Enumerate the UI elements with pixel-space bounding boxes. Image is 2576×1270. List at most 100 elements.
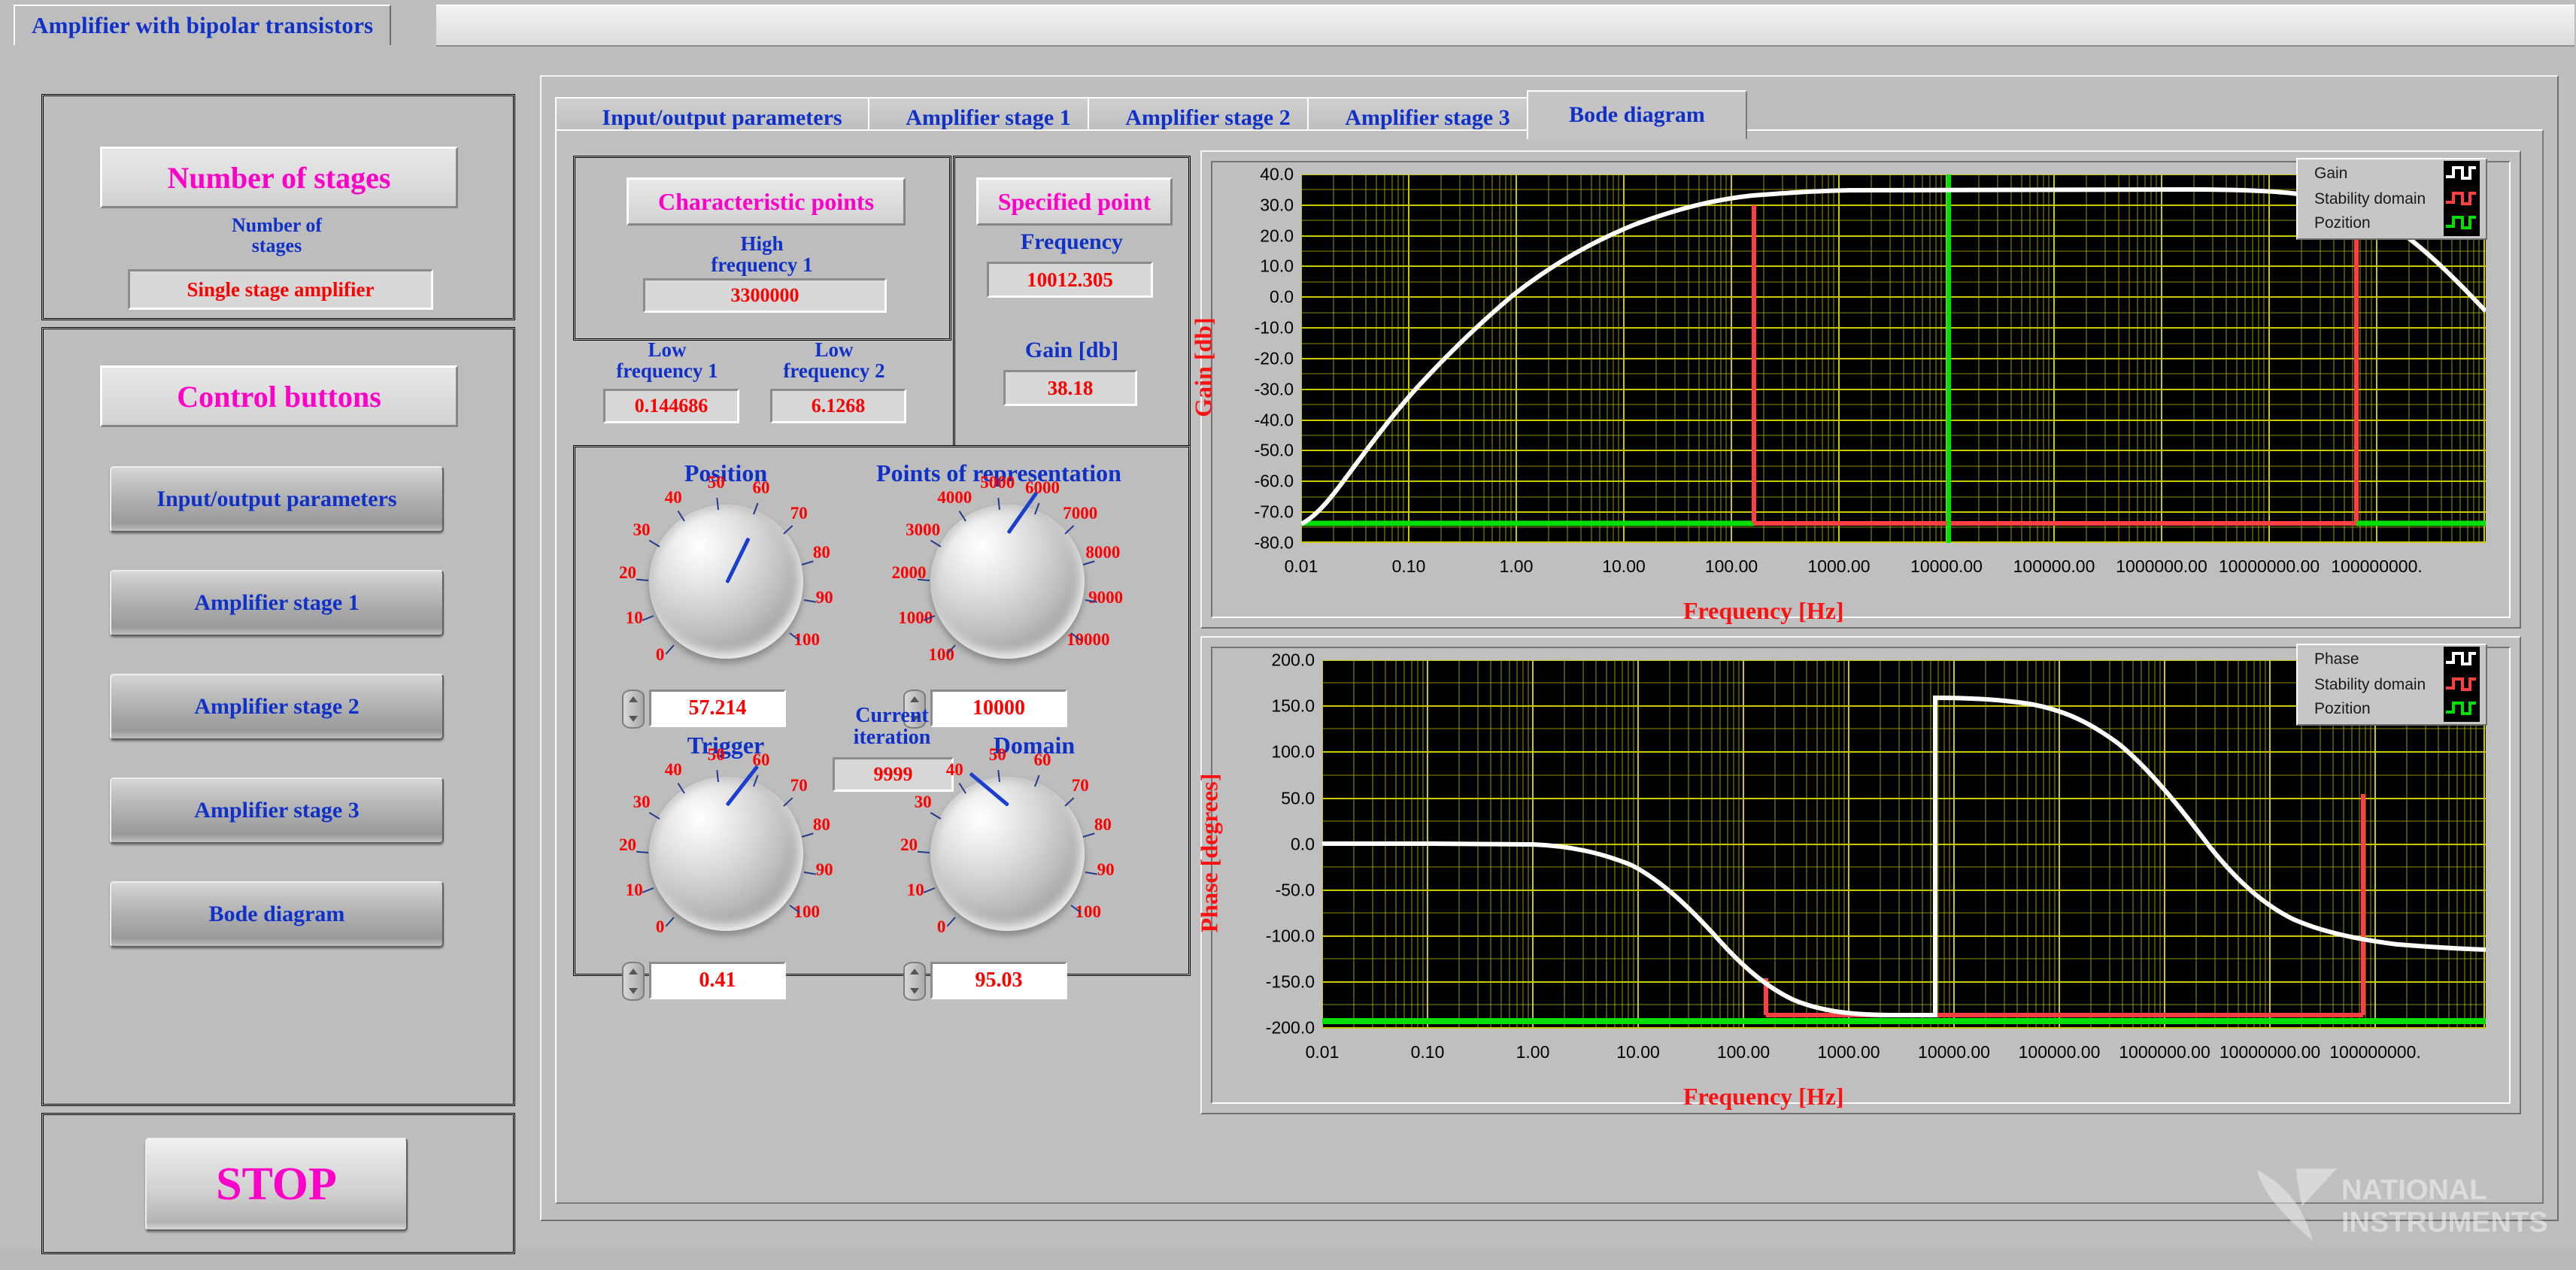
legend-label-phase: Phase (2314, 650, 2359, 668)
control-buttons-group: Control buttons Input/output parameters … (41, 327, 515, 1106)
points-of-representation-knob-tick-label: 4000 (937, 487, 972, 507)
phase-series-phase (1322, 695, 2486, 1017)
legend-row-gain[interactable]: Gain (2298, 161, 2486, 186)
domain-knob-tick-mark (1082, 832, 1095, 838)
window-tab-title[interactable]: Amplifier with bipolar transistors (14, 5, 392, 45)
domain-knob-tick-label: 20 (900, 835, 918, 854)
legend-label-gain: Gain (2314, 165, 2348, 182)
specified-gain-value[interactable]: 38.18 (1003, 370, 1137, 406)
sidebar-button-amplifier-stage-2[interactable]: Amplifier stage 2 (110, 674, 444, 740)
trigger-knob-tick-label: 10 (625, 880, 643, 899)
legend-row-phase-stability-domain[interactable]: Stability domain (2298, 672, 2486, 698)
domain-knob-tick-label: 40 (945, 759, 963, 779)
legend-icon-phase-stability-domain (2444, 672, 2480, 698)
domain-knob-tick-mark (924, 887, 936, 894)
stop-button[interactable]: STOP (145, 1138, 408, 1231)
sidebar-button-amplifier-stage-3[interactable]: Amplifier stage 3 (110, 777, 444, 844)
number-of-stages-value[interactable]: Single stage amplifier (128, 269, 433, 310)
position-spinner[interactable] (622, 690, 645, 729)
trigger-knob-tick-mark (783, 797, 793, 807)
domain-knob-tick-mark (946, 917, 957, 927)
low-frequency-1-value[interactable]: 0.144686 (603, 389, 739, 423)
trigger-knob-tick-label: 80 (812, 814, 830, 834)
trigger-knob-dial[interactable] (649, 777, 803, 931)
legend-row-stability-domain[interactable]: Stability domain (2298, 186, 2486, 212)
legend-label-stability-domain: Stability domain (2314, 190, 2426, 208)
points-of-representation-knob-tick-label: 10000 (1067, 629, 1110, 649)
domain-knob-tick-mark (1064, 797, 1075, 807)
points-of-representation-knob-tick-label: 8000 (1085, 542, 1121, 562)
points-of-representation-knob[interactable]: 100 1000 2000 3000 4000 5000 6000 7000 8000 9000 1… (891, 473, 1123, 679)
points-of-representation-knob-tick-label: 3000 (906, 520, 941, 539)
title-bar-strip (436, 5, 2574, 47)
trigger-knob-tick-label: 70 (790, 775, 808, 795)
ni-logo-line1: NATIONAL (2341, 1175, 2487, 1206)
position-knob-tick-label: 30 (633, 520, 651, 539)
legend-label-phase-pozition: Pozition (2314, 700, 2371, 717)
points-of-representation-knob-tick-label: 9000 (1088, 588, 1124, 607)
domain-knob-dial[interactable] (930, 777, 1085, 931)
legend-icon-phase (2444, 647, 2480, 672)
specified-frequency-value[interactable]: 10012.305 (987, 262, 1153, 298)
high-frequency-1-value[interactable]: 3300000 (643, 278, 887, 313)
domain-value[interactable]: 95.03 (930, 962, 1067, 999)
trigger-value[interactable]: 0.41 (649, 962, 786, 999)
position-value[interactable]: 57.214 (649, 690, 786, 727)
position-knob-tick-label: 20 (618, 562, 636, 582)
sidebar-button-bode-diagram[interactable]: Bode diagram (110, 881, 444, 947)
legend-icon-stability-domain (2444, 186, 2480, 212)
legend-row-phase[interactable]: Phase (2298, 647, 2486, 672)
legend-icon-pozition (2444, 211, 2480, 236)
sidebar-button-input-output-parameters[interactable]: Input/output parameters (110, 466, 444, 532)
domain-knob[interactable]: 0 10 20 30 40 50 60 70 80 90 100 (899, 745, 1117, 951)
title-bar: Amplifier with bipolar transistors (0, 0, 2576, 47)
tab-bar: Input/output parameters Amplifier stage … (555, 90, 2541, 140)
position-knob-tick-mark (665, 644, 675, 655)
characteristic-points-panel: Characteristic points High frequency 1 3… (573, 156, 951, 341)
position-knob-tick-label: 10 (625, 608, 643, 627)
points-knob-dial[interactable] (930, 505, 1085, 659)
trigger-spinner[interactable] (622, 962, 645, 1001)
points-of-representation-knob-tick-label: 7000 (1063, 503, 1098, 523)
trigger-knob-tick-mark (642, 887, 654, 894)
specified-gain-label: Gain [db] (1024, 338, 1119, 362)
position-knob-tick-mark (716, 497, 720, 510)
trigger-knob[interactable]: 0 10 20 30 40 50 60 70 80 90 100 (617, 745, 836, 951)
trigger-knob-tick-mark (716, 769, 720, 782)
low-frequency-2-label: Low frequency 2 (783, 338, 885, 383)
domain-knob-tick-label: 30 (914, 792, 932, 811)
legend-label-pozition: Pozition (2314, 214, 2371, 232)
sidebar-button-amplifier-stage-1[interactable]: Amplifier stage 1 (110, 570, 444, 636)
domain-knob-tick-mark (997, 769, 1001, 782)
domain-spinner[interactable] (903, 962, 926, 1001)
tab-bode-diagram[interactable]: Bode diagram (1527, 90, 1747, 140)
position-knob-tick-label: 90 (815, 588, 833, 607)
legend-icon-phase-pozition (2444, 696, 2480, 722)
position-knob-tick-mark (636, 578, 649, 582)
trigger-knob-tick-label: 50 (707, 744, 725, 764)
gain-legend[interactable]: Gain Stability domain Pozition (2296, 158, 2487, 240)
phase-legend[interactable]: Phase Stability domain Pozition (2296, 644, 2487, 726)
position-knob[interactable]: 0 10 20 30 40 50 60 70 80 90 100 (617, 473, 836, 679)
points-of-representation-knob-tick-label: 6000 (1025, 478, 1060, 498)
trigger-knob-tick-label: 40 (664, 759, 682, 779)
position-knob-tick-label: 80 (812, 542, 830, 562)
position-label: Position (684, 459, 768, 486)
ni-logo-line2: INSTRUMENTS (2341, 1207, 2547, 1238)
stop-group: STOP (41, 1113, 515, 1254)
trigger-knob-tick-label: 30 (633, 792, 651, 811)
legend-row-pozition[interactable]: Pozition (2298, 211, 2486, 236)
window-frame: Amplifier with bipolar transistors Numbe… (0, 0, 2576, 1254)
trigger-knob-tick-label: 60 (752, 750, 770, 770)
tab-panel-bode-diagram: Characteristic points High frequency 1 3… (555, 129, 2544, 1204)
phase-graph-container: Phase [degrees] Frequency [Hz] 200.0 150… (1195, 636, 2521, 1114)
points-of-representation-knob-tick-mark (1064, 525, 1075, 535)
trigger-knob-tick-mark (636, 850, 649, 854)
domain-knob-tick-label: 90 (1097, 860, 1115, 879)
position-knob-tick-mark (803, 599, 816, 603)
domain-knob-tick-label: 10 (906, 880, 924, 899)
high-frequency-1-label: High frequency 1 (711, 232, 813, 277)
number-of-stages-title: Number of stages (100, 147, 458, 208)
low-frequency-2-value[interactable]: 6.1268 (770, 389, 906, 423)
legend-row-phase-pozition[interactable]: Pozition (2298, 696, 2486, 722)
